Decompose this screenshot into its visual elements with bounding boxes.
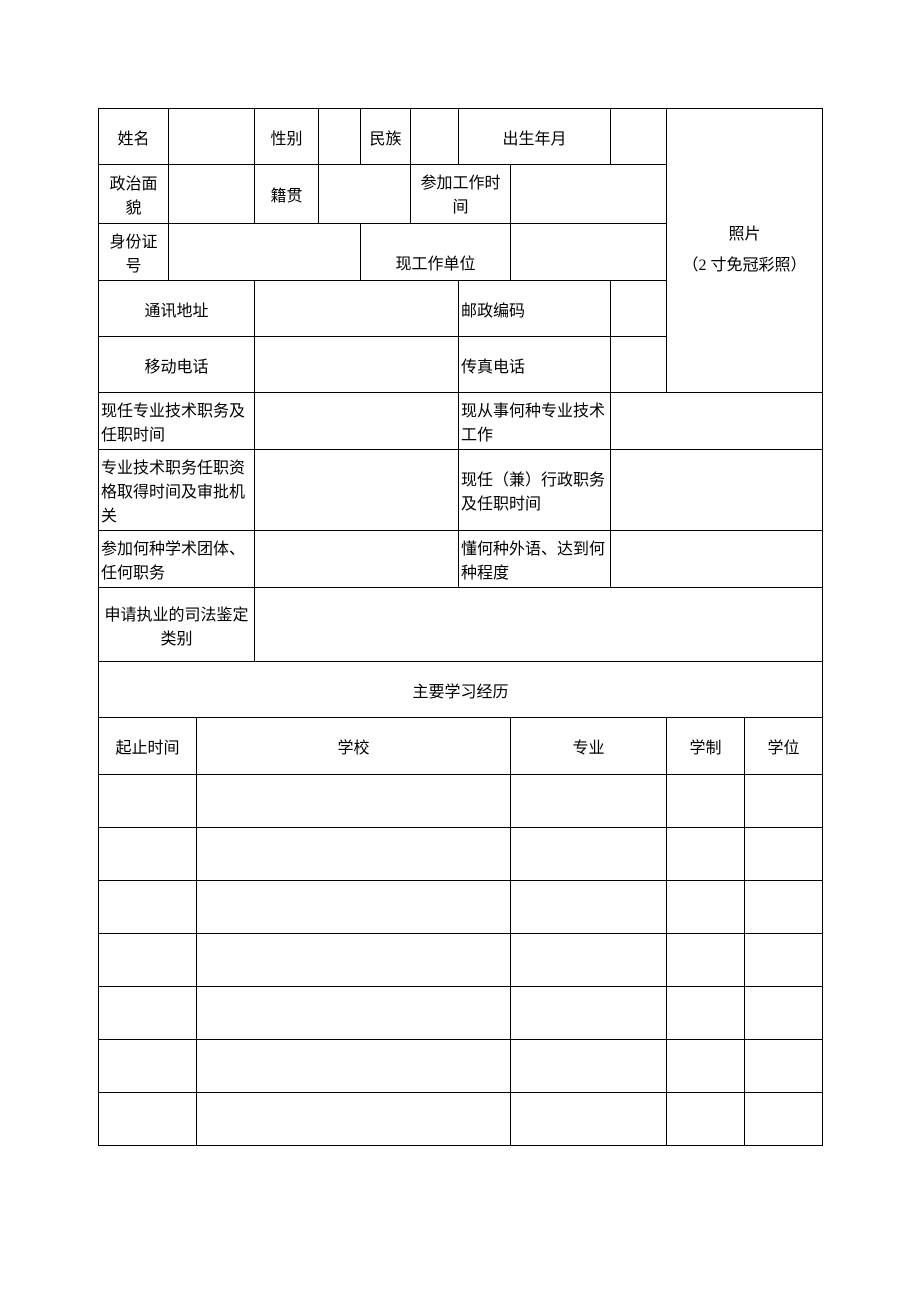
edu-school[interactable] bbox=[197, 828, 511, 881]
label-postal: 邮政编码 bbox=[459, 281, 611, 337]
edu-major[interactable] bbox=[511, 987, 667, 1040]
edu-school[interactable] bbox=[197, 934, 511, 987]
edu-row bbox=[99, 1093, 823, 1146]
edu-header-length-degree: 学制 学位 bbox=[667, 718, 823, 775]
edu-degree[interactable] bbox=[745, 828, 823, 880]
edu-row bbox=[99, 881, 823, 934]
value-fax[interactable] bbox=[611, 337, 667, 393]
value-id-number[interactable] bbox=[169, 224, 361, 281]
edu-row bbox=[99, 775, 823, 828]
value-mobile[interactable] bbox=[255, 337, 459, 393]
edu-length[interactable] bbox=[667, 1040, 745, 1092]
label-mobile: 移动电话 bbox=[99, 337, 255, 393]
edu-major[interactable] bbox=[511, 934, 667, 987]
edu-degree[interactable] bbox=[745, 1093, 823, 1145]
edu-period[interactable] bbox=[99, 1040, 197, 1093]
edu-major[interactable] bbox=[511, 881, 667, 934]
edu-row bbox=[99, 934, 823, 987]
label-id-number: 身份证 号 bbox=[99, 224, 169, 281]
value-birth[interactable] bbox=[611, 109, 667, 165]
edu-length[interactable] bbox=[667, 775, 745, 827]
edu-major[interactable] bbox=[511, 828, 667, 881]
label-address: 通讯地址 bbox=[99, 281, 255, 337]
edu-length[interactable] bbox=[667, 987, 745, 1039]
label-foreign-lang: 懂何种外语、达到何种程度 bbox=[459, 531, 611, 588]
photo-label-1: 照片 bbox=[669, 220, 820, 250]
edu-school[interactable] bbox=[197, 987, 511, 1040]
edu-degree[interactable] bbox=[745, 881, 823, 933]
edu-header-length: 学制 bbox=[667, 718, 745, 774]
label-birth: 出生年月 bbox=[459, 109, 611, 165]
label-current-work-field: 现从事何种专业技术工作 bbox=[459, 393, 611, 450]
edu-period[interactable] bbox=[99, 881, 197, 934]
value-name[interactable] bbox=[169, 109, 255, 165]
application-form-table: 姓名 性别 民族 出生年月 照片 （2 寸免冠彩照） 政治面 貌 籍贯 参加工作… bbox=[98, 108, 823, 1146]
edu-degree[interactable] bbox=[745, 775, 823, 827]
value-address[interactable] bbox=[255, 281, 459, 337]
value-postal[interactable] bbox=[611, 281, 667, 337]
edu-period[interactable] bbox=[99, 775, 197, 828]
label-current-title: 现任专业技术职务及任职时间 bbox=[99, 393, 255, 450]
edu-major[interactable] bbox=[511, 1093, 667, 1146]
edu-school[interactable] bbox=[197, 881, 511, 934]
value-current-unit[interactable] bbox=[511, 224, 667, 281]
edu-row bbox=[99, 828, 823, 881]
label-fax: 传真电话 bbox=[459, 337, 611, 393]
section-study-history: 主要学习经历 bbox=[99, 662, 823, 718]
label-work-start: 参加工作时间 bbox=[411, 165, 511, 224]
value-apply-category[interactable] bbox=[255, 588, 823, 662]
edu-period[interactable] bbox=[99, 828, 197, 881]
value-gender[interactable] bbox=[319, 109, 361, 165]
edu-header-degree: 学位 bbox=[745, 718, 823, 774]
photo-placeholder[interactable]: 照片 （2 寸免冠彩照） bbox=[667, 109, 823, 393]
edu-header-period: 起止时间 bbox=[99, 718, 197, 775]
edu-row bbox=[99, 1040, 823, 1093]
label-qualification: 专业技术职务任职资格取得时间及审批机关 bbox=[99, 450, 255, 531]
value-qualification[interactable] bbox=[255, 450, 459, 531]
edu-length[interactable] bbox=[667, 828, 745, 880]
edu-header-school: 学校 bbox=[197, 718, 511, 775]
value-political[interactable] bbox=[169, 165, 255, 224]
edu-length[interactable] bbox=[667, 934, 745, 986]
edu-major[interactable] bbox=[511, 775, 667, 828]
edu-length[interactable] bbox=[667, 881, 745, 933]
edu-school[interactable] bbox=[197, 775, 511, 828]
edu-school[interactable] bbox=[197, 1093, 511, 1146]
photo-label-2: （2 寸免冠彩照） bbox=[669, 251, 820, 281]
edu-period[interactable] bbox=[99, 934, 197, 987]
edu-period[interactable] bbox=[99, 987, 197, 1040]
edu-major[interactable] bbox=[511, 1040, 667, 1093]
value-academic-org[interactable] bbox=[255, 531, 459, 588]
value-ethnicity[interactable] bbox=[411, 109, 459, 165]
edu-period[interactable] bbox=[99, 1093, 197, 1146]
edu-degree[interactable] bbox=[745, 987, 823, 1039]
label-academic-org: 参加何种学术团体、任何职务 bbox=[99, 531, 255, 588]
label-name: 姓名 bbox=[99, 109, 169, 165]
label-native-place: 籍贯 bbox=[255, 165, 319, 224]
value-admin-post[interactable] bbox=[611, 450, 823, 531]
edu-degree[interactable] bbox=[745, 934, 823, 986]
value-work-start[interactable] bbox=[511, 165, 667, 224]
label-apply-category: 申请执业的司法鉴定类别 bbox=[99, 588, 255, 662]
label-admin-post: 现任（兼）行政职务及任职时间 bbox=[459, 450, 611, 531]
label-political: 政治面 貌 bbox=[99, 165, 169, 224]
label-ethnicity: 民族 bbox=[361, 109, 411, 165]
value-current-work-field[interactable] bbox=[611, 393, 823, 450]
edu-degree[interactable] bbox=[745, 1040, 823, 1092]
edu-school[interactable] bbox=[197, 1040, 511, 1093]
value-native-place[interactable] bbox=[319, 165, 411, 224]
label-gender: 性别 bbox=[255, 109, 319, 165]
edu-row bbox=[99, 987, 823, 1040]
label-current-unit: 现工作单位 bbox=[361, 224, 511, 281]
edu-length[interactable] bbox=[667, 1093, 745, 1145]
value-foreign-lang[interactable] bbox=[611, 531, 823, 588]
edu-header-major: 专业 bbox=[511, 718, 667, 775]
value-current-title[interactable] bbox=[255, 393, 459, 450]
